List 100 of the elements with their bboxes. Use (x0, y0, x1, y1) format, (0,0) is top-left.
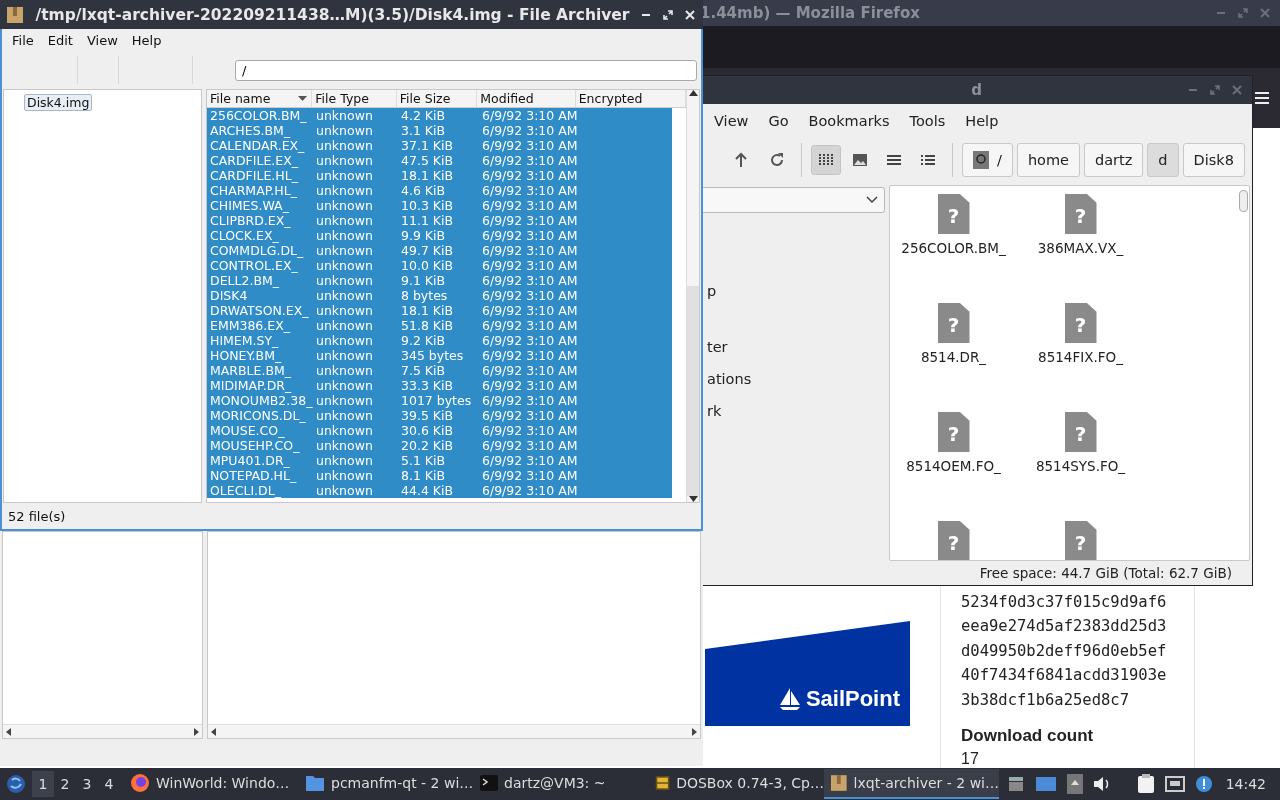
scrollbar-thumb[interactable] (687, 286, 699, 496)
table-row[interactable]: NOTEPAD.HL_ unknown 8.1 KiB 6/9/92 3:10 AM (207, 468, 672, 483)
table-row[interactable]: MARBLE.BM_ unknown 7.5 KiB 6/9/92 3:10 AM (207, 363, 672, 378)
desktop-button[interactable]: 3 (76, 771, 98, 797)
table-cell-text: 6/9/92 3:10 AM (481, 468, 578, 483)
table-row[interactable]: CARDFILE.EX_ unknown 47.5 KiB 6/9/92 3:10 AM (207, 153, 672, 168)
table-row[interactable]: MOUSEHP.CO_ unknown 20.2 KiB 6/9/92 3:10 AM (207, 438, 672, 453)
task-button[interactable]: DOSBox 0.74-3, Cp… (649, 769, 824, 799)
start-menu-icon[interactable] (6, 774, 26, 794)
scroll-left-icon[interactable] (211, 727, 216, 736)
reload-icon[interactable] (769, 151, 785, 168)
table-row[interactable]: MONOUMB2.38_ unknown 1017 bytes 6/9/92 3:10 AM (207, 393, 672, 408)
table-row[interactable]: CLIPBRD.EX_ unknown 11.1 KiB 6/9/92 3:10 AM (207, 213, 672, 228)
table-cell-text: 4.6 KiB (400, 183, 447, 198)
table-cell-text: 6/9/92 3:10 AM (481, 483, 578, 498)
table-row[interactable]: COMMDLG.DL_ unknown 49.7 KiB 6/9/92 3:10 AM (207, 243, 672, 258)
column-header[interactable]: File name (207, 90, 313, 107)
table-row[interactable]: MPU401.DR_ unknown 5.1 KiB 6/9/92 3:10 AM (207, 453, 672, 468)
network-icon[interactable] (1165, 776, 1185, 792)
scroll-right-icon[interactable] (692, 727, 697, 736)
table-row[interactable]: 256COLOR.BM_ unknown 4.2 KiB 6/9/92 3:10 AM (207, 108, 672, 123)
scrollbar-thumb[interactable] (1238, 190, 1248, 212)
table-row[interactable]: CALENDAR.EX_ unknown 37.1 KiB 6/9/92 3:10 AM (207, 138, 672, 153)
screen-icon[interactable] (1035, 775, 1057, 793)
menu-icon[interactable] (1254, 90, 1270, 105)
stack-icon[interactable] (1007, 775, 1025, 793)
menu-item[interactable]: Edit (40, 32, 80, 48)
table-row[interactable]: CHARMAP.HL_ unknown 4.6 KiB 6/9/92 3:10 AM (207, 183, 672, 198)
ad-banner[interactable]: SailPoint (705, 585, 910, 726)
task-button[interactable]: lxqt-archiver - 2 wi… (824, 769, 999, 799)
task-button[interactable]: pcmanfm-qt - 2 wi… (299, 769, 474, 799)
table-row[interactable]: HIMEM.SY_ unknown 9.2 KiB 6/9/92 3:10 AM (207, 333, 672, 348)
menu-item[interactable]: Go (758, 112, 799, 129)
clipboard-icon[interactable] (1137, 774, 1155, 794)
menu-item[interactable]: View (79, 32, 125, 48)
sidebar-item[interactable]: p (707, 283, 717, 302)
table-row[interactable]: CHIMES.WA_ unknown 10.3 KiB 6/9/92 3:10 AM (207, 198, 672, 213)
table-row[interactable]: DELL2.BM_ unknown 9.1 KiB 6/9/92 3:10 AM (207, 273, 672, 288)
path-button[interactable]: / (962, 142, 1013, 177)
task-button[interactable]: dartz@VM3: ~ (474, 769, 649, 799)
icon-view-button[interactable] (811, 144, 841, 175)
path-button[interactable]: d (1147, 142, 1179, 177)
scroll-up-icon[interactable] (688, 90, 698, 96)
desktop-button[interactable]: 1 (32, 771, 54, 797)
table-cell-text: unknown (315, 273, 374, 288)
desktop-button[interactable]: 2 (54, 771, 76, 797)
scroll-left-icon[interactable] (6, 727, 11, 736)
sidebar-item[interactable]: ations (707, 371, 752, 390)
scroll-right-icon[interactable] (194, 727, 199, 736)
hash-line: 5234f0d3c37f015c9d9af6 (961, 591, 1168, 613)
icon-tile[interactable]: ? 8514SYS.FO_ (1017, 412, 1144, 521)
menu-item[interactable]: Tools (899, 112, 956, 129)
desktop-button[interactable]: 4 (98, 771, 120, 797)
table-cell-text: unknown (315, 168, 374, 183)
table-row[interactable]: DRWATSON.EX_ unknown 18.1 KiB 6/9/92 3:10 AM (207, 303, 672, 318)
column-header[interactable]: File Size (396, 90, 478, 107)
table-row[interactable]: MIDIMAP.DR_ unknown 33.3 KiB 6/9/92 3:10 AM (207, 378, 672, 393)
icon-tile[interactable]: ? 386MAX.VX_ (1017, 194, 1144, 303)
column-header[interactable]: File Type (312, 90, 397, 107)
menu-item[interactable]: Help (955, 112, 1009, 129)
table-cell-text: 10.3 KiB (400, 198, 455, 213)
icon-tile[interactable]: ? 8514OEM.FO_ (890, 412, 1017, 521)
tree-item[interactable]: Disk4.img (24, 94, 93, 111)
task-button[interactable]: WinWorld: Windo… (124, 769, 299, 799)
sidebar-item[interactable]: ter (707, 339, 728, 358)
menu-item[interactable]: File (5, 32, 41, 48)
table-row[interactable]: MOUSE.CO_ unknown 30.6 KiB 6/9/92 3:10 AM (207, 423, 672, 438)
table-row[interactable]: EMM386.EX_ unknown 51.8 KiB 6/9/92 3:10 AM (207, 318, 672, 333)
table-row[interactable]: DISK4 unknown 8 bytes 6/9/92 3:10 AM (207, 288, 672, 303)
up-arrow-icon[interactable] (733, 151, 749, 168)
table-cell-text: 6/9/92 3:10 AM (481, 213, 578, 228)
volume-icon[interactable] (1093, 776, 1111, 792)
path-button[interactable]: Disk8 (1182, 142, 1245, 177)
column-header[interactable]: Encrypted (575, 90, 686, 107)
table-row[interactable]: CLOCK.EX_ unknown 9.9 KiB 6/9/92 3:10 AM (207, 228, 672, 243)
table-cell-text: 18.1 KiB (400, 168, 455, 183)
icon-tile[interactable]: ? 256COLOR.BM_ (890, 194, 1017, 303)
column-header[interactable]: Modified (477, 90, 576, 107)
icon-tile[interactable]: ? 8514FIX.FO_ (1017, 303, 1144, 412)
menu-item[interactable]: Help (124, 32, 169, 48)
icon-tile[interactable]: ? 8514.DR_ (890, 303, 1017, 412)
table-row[interactable]: CONTROL.EX_ unknown 10.0 KiB 6/9/92 3:10 AM (207, 258, 672, 273)
sidebar-item[interactable]: rk (707, 403, 722, 422)
table-row[interactable]: MORICONS.DL_ unknown 39.5 KiB 6/9/92 3:10 AM (207, 408, 672, 423)
table-cell-text: HIMEM.SY_ (209, 333, 280, 348)
table-cell-text: unknown (315, 108, 374, 123)
table-row[interactable]: OLECLI.DL_ unknown 44.4 KiB 6/9/92 3:10 AM (207, 483, 672, 498)
table-cell-text: 6/9/92 3:10 AM (481, 378, 578, 393)
path-button[interactable]: dartz (1084, 142, 1144, 177)
location-field[interactable]: / (235, 59, 697, 81)
table-cell-text: 6/9/92 3:10 AM (481, 153, 578, 168)
table-row[interactable]: ARCHES.BM_ unknown 3.1 KiB 6/9/92 3:10 AM (207, 123, 672, 138)
table-row[interactable]: HONEY.BM_ unknown 345 bytes 6/9/92 3:10 AM (207, 348, 672, 363)
path-button[interactable]: home (1016, 142, 1080, 177)
table-cell-text: 51.8 KiB (400, 318, 455, 333)
table-row[interactable]: CARDFILE.HL_ unknown 18.1 KiB 6/9/92 3:10 AM (207, 168, 672, 183)
menu-item[interactable]: View (704, 112, 759, 129)
eject-icon[interactable] (1067, 774, 1083, 794)
menu-item[interactable]: Bookmarks (798, 112, 900, 129)
info-icon[interactable] (1195, 775, 1213, 793)
